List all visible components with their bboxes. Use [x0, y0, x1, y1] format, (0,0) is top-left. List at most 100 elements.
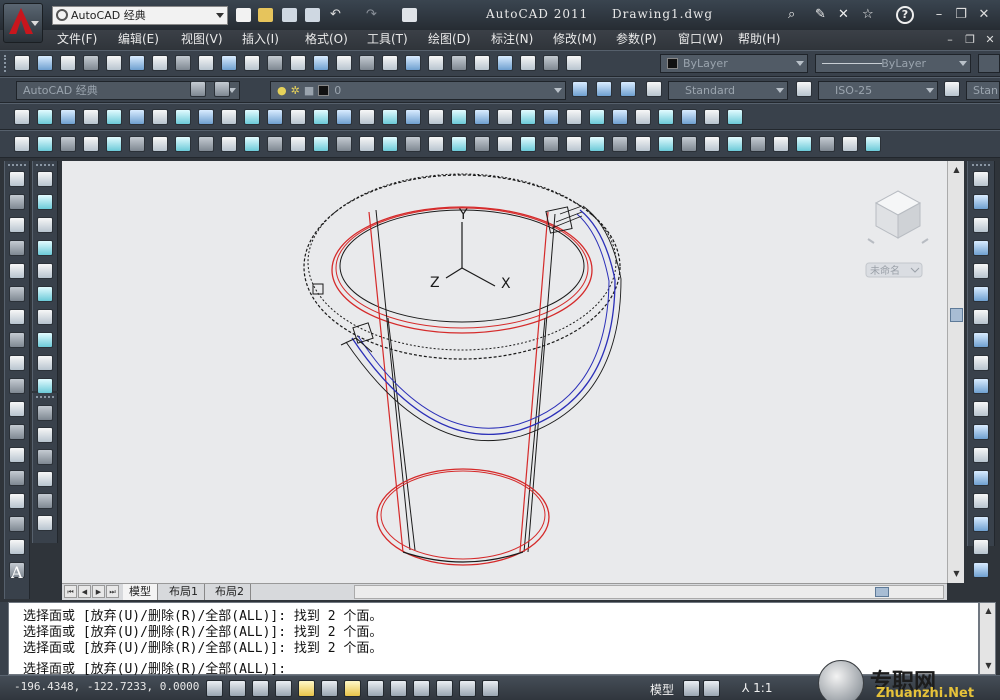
cone-icon[interactable]: [83, 109, 99, 125]
minimize-button[interactable]: –: [930, 7, 948, 23]
workspace-switcher[interactable]: AutoCAD 经典: [52, 6, 228, 25]
dim-style-combo[interactable]: ISO-25: [818, 81, 938, 100]
3d-print-icon[interactable]: [152, 55, 168, 71]
binoculars-icon[interactable]: ⌕: [788, 7, 804, 23]
new-file-icon[interactable]: [236, 8, 251, 22]
copy-edges-icon[interactable]: [267, 136, 283, 152]
subtract-icon[interactable]: [382, 109, 398, 125]
extend-icon[interactable]: [973, 401, 989, 417]
allow-disallow-ucs-icon[interactable]: [367, 680, 384, 697]
mirror-icon[interactable]: [973, 217, 989, 233]
lights-icon[interactable]: [727, 109, 743, 125]
spline-icon[interactable]: [9, 355, 25, 371]
jogged-linear-icon[interactable]: [796, 136, 812, 152]
sheet-set-icon[interactable]: [497, 55, 513, 71]
plot-icon[interactable]: [402, 8, 417, 22]
command-line-scrollbar[interactable]: ▲ ▼: [979, 602, 996, 675]
rectangle-icon[interactable]: [9, 263, 25, 279]
tab-model[interactable]: 模型: [123, 584, 158, 600]
menu-draw[interactable]: 绘图(D): [428, 32, 471, 47]
manage-visual-styles-icon[interactable]: [37, 286, 53, 302]
color-edges-icon[interactable]: [290, 136, 306, 152]
close-button[interactable]: ✕: [975, 7, 993, 23]
intersect-icon[interactable]: [405, 109, 421, 125]
light-glyph-icon[interactable]: [37, 309, 53, 325]
horizontal-scroll-thumb[interactable]: [875, 587, 889, 597]
dim-ordinate-icon[interactable]: [497, 136, 513, 152]
pan-icon[interactable]: [336, 55, 352, 71]
tab-layout2[interactable]: 布局2: [209, 584, 251, 600]
conceptual-icon[interactable]: [37, 263, 53, 279]
text-style-combo[interactable]: Standard: [668, 81, 788, 100]
swivel-icon[interactable]: [37, 493, 53, 509]
dim-space-icon[interactable]: [681, 136, 697, 152]
wedge-icon[interactable]: [60, 109, 76, 125]
color-combo[interactable]: ByLayer: [660, 54, 808, 73]
move-faces-icon[interactable]: [106, 136, 122, 152]
array-icon[interactable]: [973, 263, 989, 279]
make-block-icon[interactable]: [9, 447, 25, 463]
box-icon[interactable]: [37, 109, 53, 125]
3d-zoom-icon[interactable]: [37, 515, 53, 531]
cylinder-icon[interactable]: [129, 109, 145, 125]
zoom-realtime-icon[interactable]: [359, 55, 375, 71]
3d-move-icon[interactable]: [428, 109, 444, 125]
linetype-combo[interactable]: ByLayer: [815, 54, 971, 73]
menu-parametric[interactable]: 参数(P): [616, 32, 657, 47]
check-icon[interactable]: [405, 136, 421, 152]
taper-faces-icon[interactable]: [198, 136, 214, 152]
insert-block-icon[interactable]: [9, 424, 25, 440]
offset-faces-icon[interactable]: [129, 136, 145, 152]
viewcube[interactable]: [867, 190, 929, 244]
copy-icon[interactable]: [198, 55, 214, 71]
exchange-icon[interactable]: ✕: [838, 7, 854, 23]
save-icon[interactable]: [60, 55, 76, 71]
show-lineweight-icon[interactable]: [413, 680, 430, 697]
camera-icon[interactable]: [566, 109, 582, 125]
render-icon[interactable]: [681, 109, 697, 125]
layout-quick-view-icon[interactable]: [683, 680, 700, 697]
plot-icon[interactable]: [83, 55, 99, 71]
region-icon[interactable]: [9, 539, 25, 555]
menu-insert[interactable]: 插入(I): [242, 32, 279, 47]
ellipse-arc-icon[interactable]: [9, 401, 25, 417]
key-icon[interactable]: ✎: [815, 7, 831, 23]
menu-edit[interactable]: 编辑(E): [118, 32, 159, 47]
dim-style-icon[interactable]: [796, 81, 812, 97]
extrude-faces-icon[interactable]: [83, 136, 99, 152]
arc-icon[interactable]: [9, 286, 25, 302]
revision-cloud-icon[interactable]: [9, 332, 25, 348]
extrude-icon[interactable]: [244, 109, 260, 125]
tolerance-icon[interactable]: [727, 136, 743, 152]
menu-view[interactable]: 视图(V): [181, 32, 223, 47]
rotate-icon[interactable]: [973, 309, 989, 325]
dynamic-input-icon[interactable]: [390, 680, 407, 697]
hatch-icon[interactable]: [9, 493, 25, 509]
object-snap-icon[interactable]: [298, 680, 315, 697]
snap-mode-icon[interactable]: [206, 680, 223, 697]
3d-rotate-icon[interactable]: [451, 109, 467, 125]
command-line-grip[interactable]: [0, 602, 8, 675]
tab-layout1[interactable]: 布局1: [163, 584, 205, 600]
point-icon[interactable]: [9, 470, 25, 486]
torus-icon[interactable]: [152, 109, 168, 125]
construction-line-icon[interactable]: [9, 194, 25, 210]
revolve-icon[interactable]: [313, 109, 329, 125]
fly-icon[interactable]: [612, 109, 628, 125]
open-file-icon[interactable]: [258, 8, 273, 22]
save-as-icon[interactable]: [305, 8, 320, 22]
loft-icon[interactable]: [336, 109, 352, 125]
edge-effects-icon[interactable]: [37, 355, 53, 371]
menu-help[interactable]: 帮助(H): [738, 32, 780, 47]
toolbar-grip[interactable]: [8, 164, 26, 166]
realistic-icon[interactable]: [37, 240, 53, 256]
stretch-icon[interactable]: [973, 355, 989, 371]
properties-icon[interactable]: [428, 55, 444, 71]
redo-icon[interactable]: [313, 55, 329, 71]
circle-icon[interactable]: [9, 309, 25, 325]
zoom-window-icon[interactable]: [382, 55, 398, 71]
toolbar-grip[interactable]: [4, 55, 8, 72]
constrained-orbit-icon[interactable]: [37, 405, 53, 421]
grid-display-icon[interactable]: [229, 680, 246, 697]
annotation-scale-label[interactable]: ⅄ 1:1: [742, 681, 772, 695]
